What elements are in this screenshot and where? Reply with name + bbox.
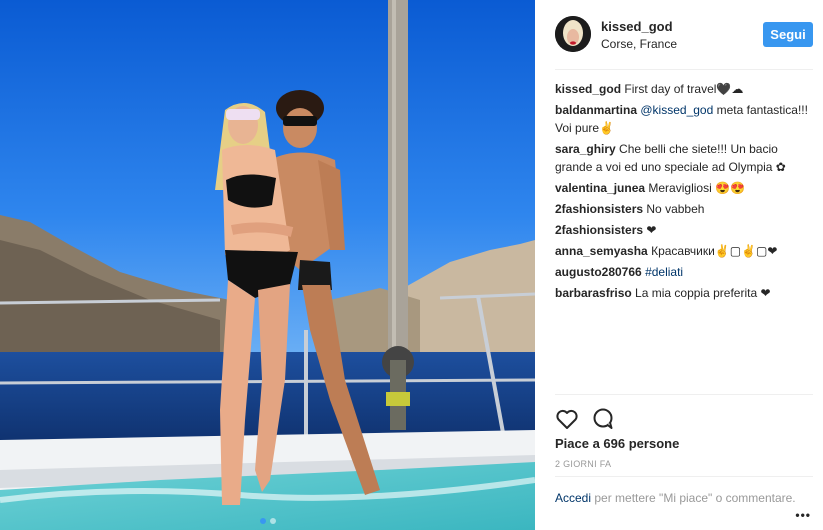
comment-user[interactable]: baldanmartina	[555, 103, 637, 117]
comment-hashtag[interactable]: #deliati	[645, 265, 683, 279]
comment-user[interactable]: kissed_god	[555, 82, 621, 96]
comment-user[interactable]: 2fashionsisters	[555, 223, 643, 237]
post-timestamp[interactable]: 2 GIORNI FA	[555, 459, 611, 469]
comment-item: 2fashionsisters No vabbeh	[555, 200, 810, 218]
comment-user[interactable]: sara_ghiry	[555, 142, 616, 156]
follow-button[interactable]: Segui	[763, 22, 813, 47]
photo-image	[0, 0, 535, 530]
carousel-dot[interactable]	[259, 518, 266, 524]
carousel-indicator	[0, 518, 535, 524]
comment-user[interactable]: barbarasfriso	[555, 286, 632, 300]
comment-text: ❤	[646, 223, 657, 237]
post-side-panel: kissed_god Corse, France Segui kissed_go…	[535, 0, 823, 530]
post-header: kissed_god Corse, France Segui	[555, 0, 813, 70]
comment-text: Meravigliosi 😍😍	[648, 181, 745, 195]
comment-icon[interactable]	[591, 407, 615, 431]
comment-user[interactable]: valentina_junea	[555, 181, 645, 195]
likes-count[interactable]: Piace a 696 persone	[555, 436, 679, 451]
comment-text: Красавчики✌▢✌▢❤	[651, 244, 778, 258]
comment-text: First day of travel🖤☁	[624, 82, 744, 96]
comment-item: barbarasfriso La mia coppia preferita ❤	[555, 284, 810, 302]
login-prompt-text: per mettere "Mi piace" o commentare.	[591, 491, 796, 505]
comment-user[interactable]: 2fashionsisters	[555, 202, 643, 216]
comment-user[interactable]: anna_semyasha	[555, 244, 648, 258]
comment-item: 2fashionsisters ❤	[555, 221, 810, 239]
comment-list: kissed_god First day of travel🖤☁ baldanm…	[555, 80, 810, 305]
comment-mention[interactable]: @kissed_god	[640, 103, 713, 117]
heart-icon[interactable]	[555, 407, 579, 431]
post-photo[interactable]	[0, 0, 535, 530]
location-link[interactable]: Corse, France	[601, 37, 677, 51]
comment-user[interactable]: augusto280766	[555, 265, 642, 279]
comment-text: La mia coppia preferita ❤	[635, 286, 771, 300]
comment-item: kissed_god First day of travel🖤☁	[555, 80, 810, 98]
comment-item: anna_semyasha Красавчики✌▢✌▢❤	[555, 242, 810, 260]
avatar[interactable]	[555, 16, 591, 52]
comment-item: baldanmartina @kissed_god meta fantastic…	[555, 101, 810, 137]
username-link[interactable]: kissed_god	[601, 19, 673, 34]
carousel-dot[interactable]	[269, 518, 276, 524]
more-options-icon[interactable]: •••	[795, 508, 811, 522]
comment-item: augusto280766 #deliati	[555, 263, 810, 281]
comment-item: sara_ghiry Che belli che siete!!! Un bac…	[555, 140, 810, 176]
action-bar	[555, 394, 813, 438]
login-prompt: Accedi per mettere "Mi piace" o commenta…	[555, 476, 813, 506]
login-link[interactable]: Accedi	[555, 491, 591, 505]
comment-text: No vabbeh	[646, 202, 705, 216]
comment-item: valentina_junea Meravigliosi 😍😍	[555, 179, 810, 197]
